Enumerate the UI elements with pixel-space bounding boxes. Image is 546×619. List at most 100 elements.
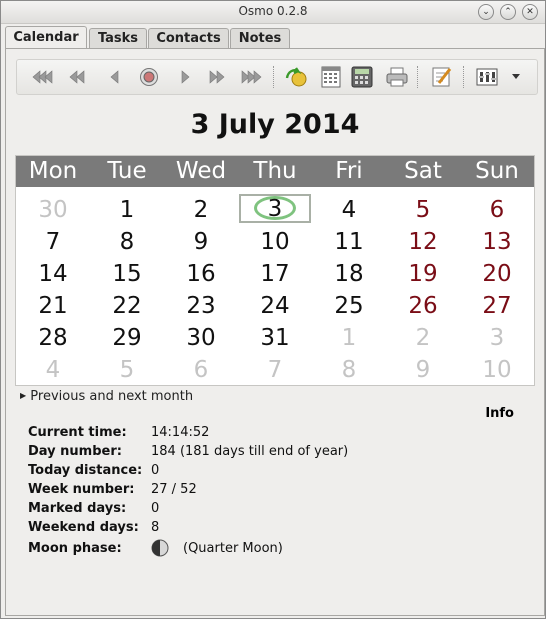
day-cell[interactable]: 24: [238, 290, 312, 322]
day-cell[interactable]: 9: [164, 226, 238, 258]
info-key: Moon phase:: [28, 541, 122, 556]
tab-contacts[interactable]: Contacts: [148, 28, 229, 48]
minimize-button[interactable]: ⌄: [478, 4, 494, 20]
day-cell[interactable]: 17: [238, 258, 312, 290]
preferences-button[interactable]: [475, 65, 499, 89]
tab-calendar[interactable]: Calendar: [5, 26, 87, 49]
weekday-label: Tue: [107, 158, 147, 184]
chevron-down-icon: ⌄: [482, 7, 490, 17]
previous-next-month-toggle[interactable]: ▶ Previous and next month: [20, 389, 193, 404]
jump-to-date-button[interactable]: [284, 65, 308, 89]
day-cell[interactable]: 7: [238, 354, 312, 386]
day-cell[interactable]: 6: [164, 354, 238, 386]
date-calculator-icon: [351, 66, 373, 88]
day-cell[interactable]: 30: [164, 322, 238, 354]
day-cell[interactable]: 16: [164, 258, 238, 290]
day-cell[interactable]: 18: [312, 258, 386, 290]
day-cell[interactable]: 20: [460, 258, 534, 290]
next-month-button[interactable]: [205, 65, 229, 89]
moon-phase-icon: [151, 539, 169, 561]
expander-arrow-icon: ▶: [20, 391, 27, 400]
day-cell[interactable]: 2: [164, 194, 238, 226]
preferences-icon: [476, 68, 498, 86]
day-cell[interactable]: 4: [16, 354, 90, 386]
previous-day-button[interactable]: [103, 65, 127, 89]
info-value: 27 / 52: [151, 482, 197, 497]
day-cell[interactable]: 10: [460, 354, 534, 386]
day-cell[interactable]: 14: [16, 258, 90, 290]
next-year-button[interactable]: [239, 65, 263, 89]
info-value: 184 (181 days till end of year): [151, 444, 349, 459]
day-cell[interactable]: 30: [16, 194, 90, 226]
day-cell[interactable]: 10: [238, 226, 312, 258]
day-cell[interactable]: 5: [386, 194, 460, 226]
toolbar: [16, 59, 538, 95]
date-title: 3 July 2014: [190, 109, 360, 140]
next-year-icon: [241, 70, 262, 84]
day-cell[interactable]: 27: [460, 290, 534, 322]
info-key: Today distance:: [28, 463, 143, 478]
next-month-icon: [209, 70, 225, 84]
day-cell[interactable]: 8: [90, 226, 164, 258]
day-cell[interactable]: 22: [90, 290, 164, 322]
previous-year-button[interactable]: [31, 65, 55, 89]
weekday-label: Wed: [175, 158, 227, 184]
info-value: 14:14:52: [151, 425, 210, 440]
day-cell[interactable]: 19: [386, 258, 460, 290]
date-calculator-button[interactable]: [350, 65, 374, 89]
info-key: Weekend days:: [28, 520, 139, 535]
jump-to-date-icon: [285, 67, 307, 87]
weekday-header: Mon Tue Wed Thu Fri Sat Sun: [16, 156, 534, 187]
next-day-button[interactable]: [173, 65, 197, 89]
toolbar-menu-button[interactable]: [509, 65, 523, 89]
tab-tasks[interactable]: Tasks: [89, 28, 147, 48]
day-cell[interactable]: 26: [386, 290, 460, 322]
day-cell[interactable]: 13: [460, 226, 534, 258]
day-cell[interactable]: 31: [238, 322, 312, 354]
previous-month-button[interactable]: [65, 65, 89, 89]
day-cell[interactable]: 7: [16, 226, 90, 258]
toolbar-separator: [463, 66, 465, 88]
close-button[interactable]: ✕: [522, 4, 538, 20]
day-cell[interactable]: 4: [312, 194, 386, 226]
day-cell[interactable]: 1: [312, 322, 386, 354]
info-value: 0: [151, 463, 160, 478]
day-cell[interactable]: 15: [90, 258, 164, 290]
calendar-grid: Mon Tue Wed Thu Fri Sat Sun 30 1 2 3 4 5 6 7 8 9 10 11 12 1…: [15, 155, 535, 386]
next-day-icon: [181, 70, 190, 84]
tab-notes[interactable]: Notes: [230, 28, 290, 48]
previous-year-icon: [32, 70, 53, 84]
edit-note-button[interactable]: [430, 65, 454, 89]
day-cell[interactable]: 28: [16, 322, 90, 354]
day-cell[interactable]: 25: [312, 290, 386, 322]
day-cell-today[interactable]: 3: [239, 194, 311, 223]
day-cell[interactable]: 2: [386, 322, 460, 354]
day-cell[interactable]: 6: [460, 194, 534, 226]
day-cell[interactable]: 23: [164, 290, 238, 322]
edit-note-icon: [432, 67, 452, 87]
info-value: 8: [151, 520, 160, 535]
calendar-panel: 3 July 2014 Mon Tue Wed Thu Fri Sat Sun 30 1 2 3 4…: [5, 48, 545, 616]
day-cell[interactable]: 8: [312, 354, 386, 386]
close-icon: ✕: [526, 7, 534, 17]
day-cell[interactable]: 12: [386, 226, 460, 258]
info-key: Day number:: [28, 444, 122, 459]
chevron-up-icon: ⌃: [504, 7, 512, 17]
day-cell[interactable]: 11: [312, 226, 386, 258]
weekday-label: Sat: [404, 158, 442, 184]
app-window: Osmo 0.2.8 ⌄ ⌃ ✕ Calendar Tasks Contacts…: [0, 0, 546, 619]
maximize-button[interactable]: ⌃: [500, 4, 516, 20]
day-cell[interactable]: 29: [90, 322, 164, 354]
today-button[interactable]: [137, 65, 161, 89]
previous-day-icon: [110, 70, 119, 84]
full-year-calendar-button[interactable]: [319, 65, 343, 89]
day-cell[interactable]: 3: [460, 322, 534, 354]
day-cell[interactable]: 5: [90, 354, 164, 386]
day-cell[interactable]: 9: [386, 354, 460, 386]
info-key: Current time:: [28, 425, 127, 440]
window-title: Osmo 0.2.8: [238, 4, 308, 18]
day-cell[interactable]: 21: [16, 290, 90, 322]
weekday-label: Fri: [335, 158, 363, 184]
print-button[interactable]: [385, 65, 409, 89]
day-cell[interactable]: 1: [90, 194, 164, 226]
